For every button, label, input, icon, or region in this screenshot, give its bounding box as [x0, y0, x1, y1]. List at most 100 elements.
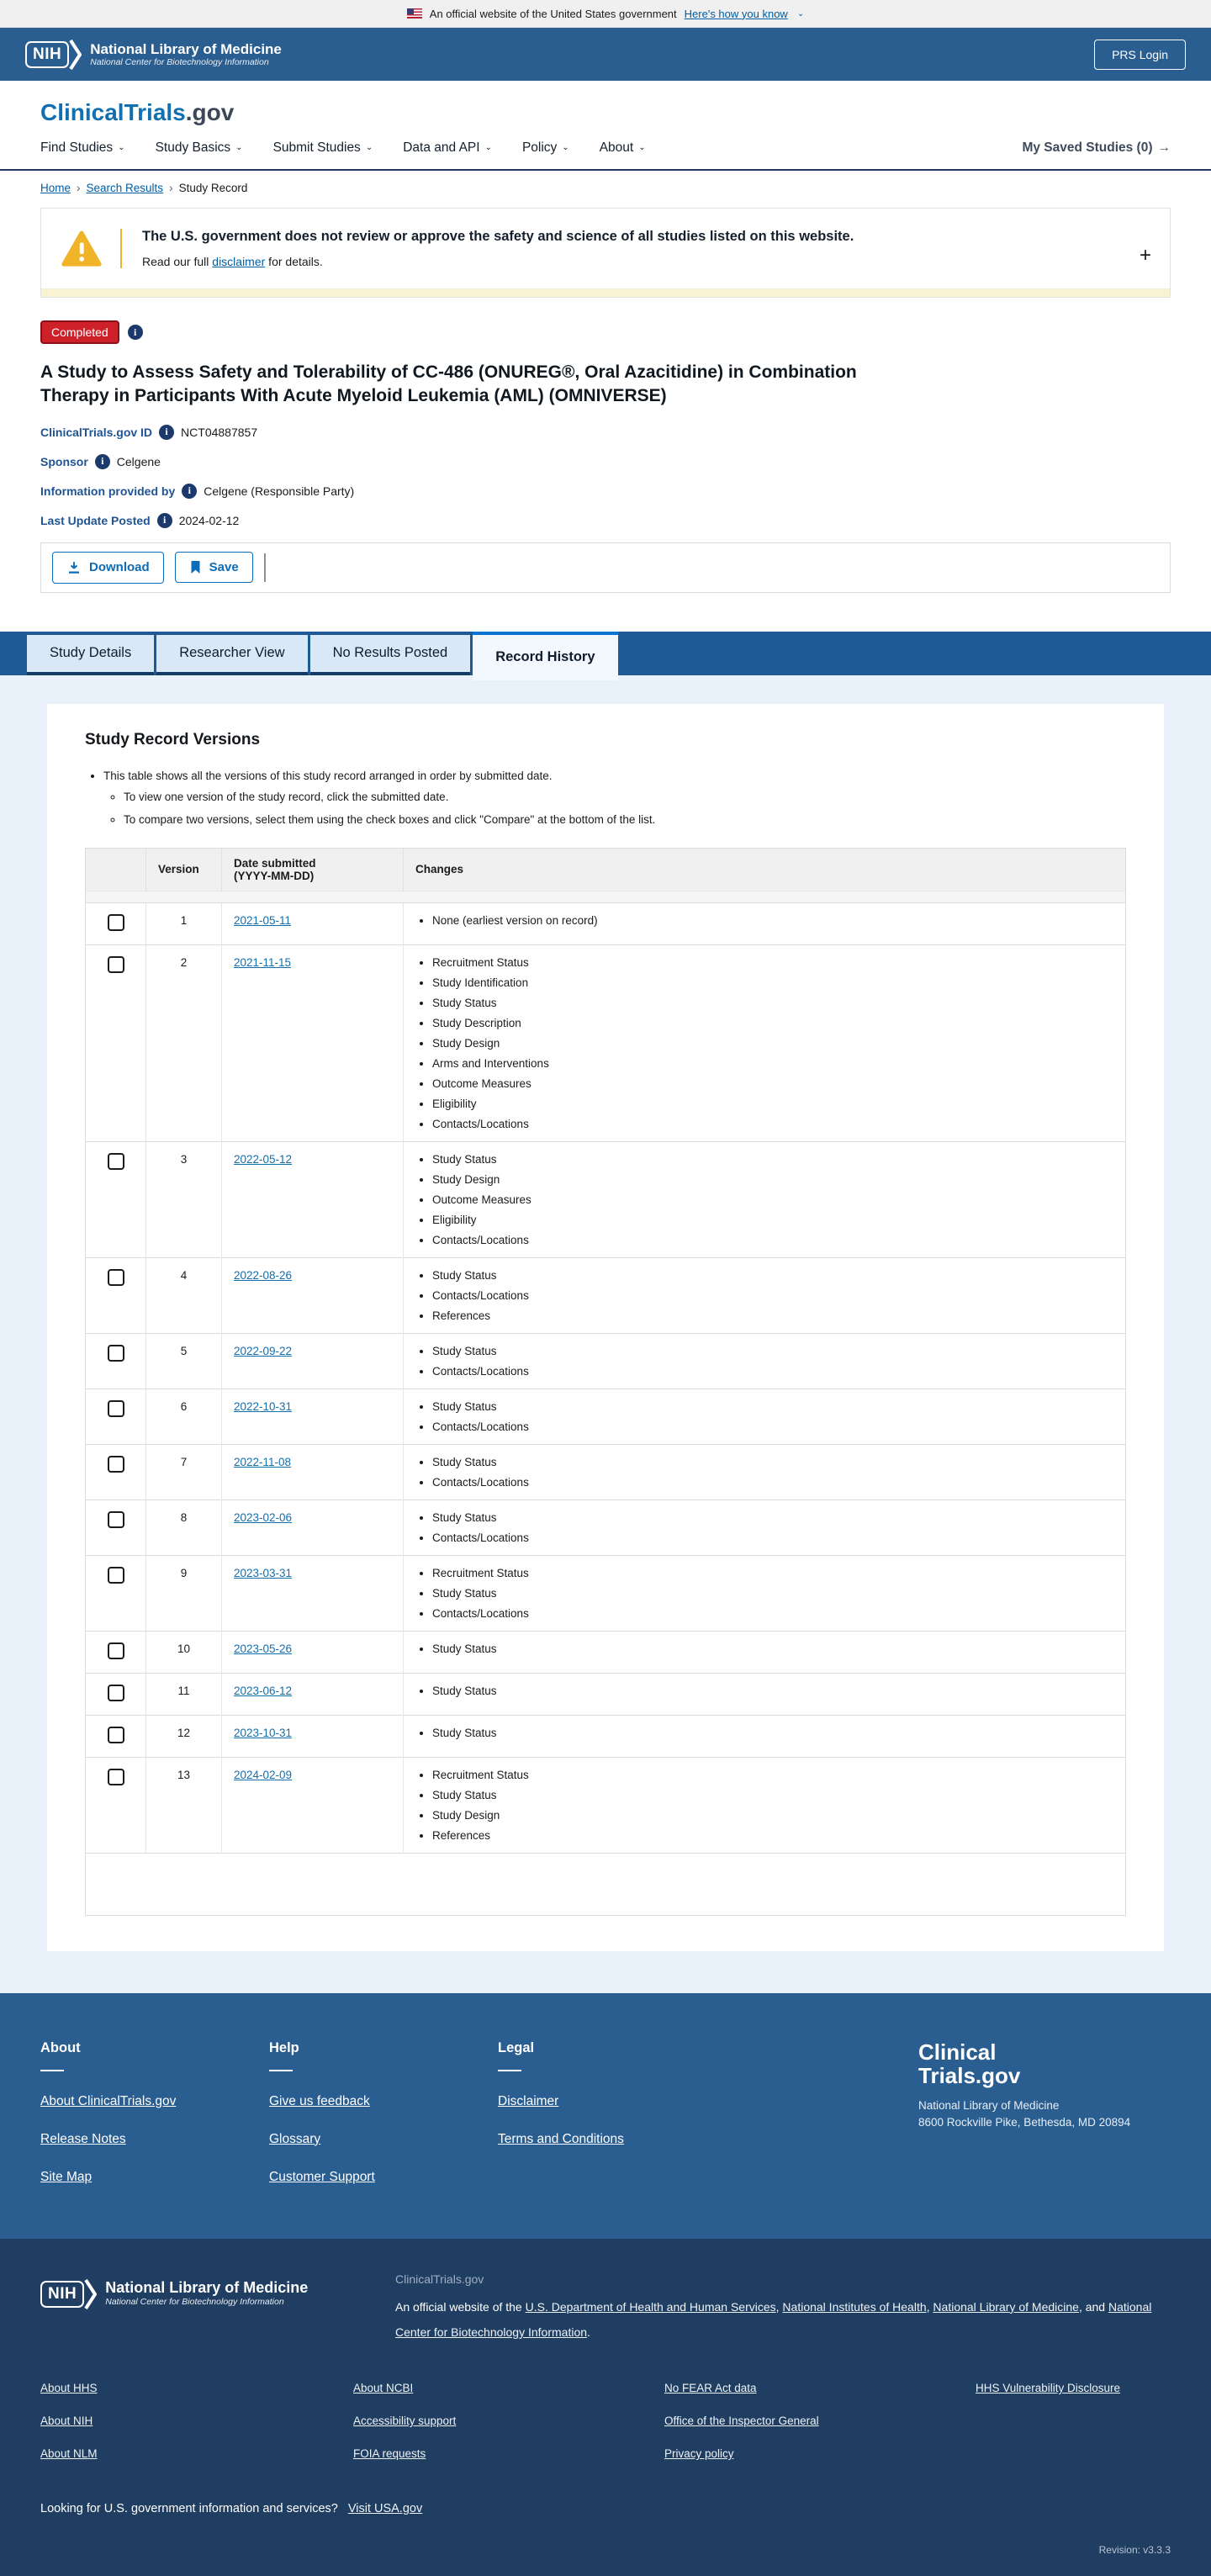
nav-item-label: Data and API [403, 140, 480, 155]
tab-study-details[interactable]: Study Details [27, 634, 155, 675]
date-link[interactable]: 2021-11-15 [234, 956, 291, 969]
tab-no-results-posted[interactable]: No Results Posted [309, 634, 471, 675]
save-button[interactable]: Save [174, 552, 253, 584]
date-link[interactable]: 2022-08-26 [234, 1269, 292, 1282]
official-link-u-s-department-of-health-and-human-services[interactable]: U.S. Department of Health and Human Serv… [526, 2300, 776, 2314]
changes-list: None (earliest version on record) [432, 914, 1113, 927]
nav-item-submit-studies[interactable]: Submit Studies ⌄ [273, 140, 373, 156]
date-link[interactable]: 2022-05-12 [234, 1153, 292, 1166]
clinicaltrials-logo[interactable]: ClinicalTrials.gov [40, 99, 234, 126]
subfooter-link-about-ncbi[interactable]: About NCBI [353, 2382, 664, 2394]
download-button[interactable]: Download [52, 551, 164, 584]
checkbox-cell [85, 1443, 146, 1500]
version-checkbox[interactable] [107, 913, 124, 931]
tab-researcher-view[interactable]: Researcher View [156, 634, 308, 675]
footer-street-address: 8600 Rockville Pike, Bethesda, MD 20894 [918, 2116, 1131, 2129]
prs-login-button[interactable]: PRS Login [1094, 39, 1186, 70]
date-link[interactable]: 2022-10-31 [234, 1400, 292, 1413]
change-item: Study Design [432, 1037, 1113, 1050]
nav-item-policy[interactable]: Policy ⌄ [522, 140, 569, 156]
footer-link-terms-and-conditions[interactable]: Terms and Conditions [498, 2132, 851, 2147]
disclaimer-banner: The U.S. government does not review or a… [40, 208, 1171, 298]
footer-link-disclaimer[interactable]: Disclaimer [498, 2094, 851, 2109]
how-you-know-link[interactable]: Here's how you know [685, 8, 788, 20]
version-checkbox[interactable] [107, 1684, 124, 1701]
footer-link-glossary[interactable]: Glossary [269, 2132, 498, 2147]
disclaimer-link[interactable]: disclaimer [212, 255, 265, 268]
footer-link-customer-support[interactable]: Customer Support [269, 2170, 498, 2185]
changes-cell: Study Status Contacts/Locations [403, 1388, 1126, 1445]
info-icon[interactable]: i [127, 325, 143, 340]
version-checkbox[interactable] [107, 1344, 124, 1362]
date-link[interactable]: 2022-11-08 [234, 1456, 291, 1468]
footer-clinicaltrials-logo[interactable]: Clinical Trials.gov [918, 2040, 1171, 2087]
info-icon[interactable]: i [182, 483, 198, 499]
subfooter-link-about-nih[interactable]: About NIH [40, 2415, 353, 2427]
gov-banner-text: An official website of the United States… [429, 7, 677, 20]
version-checkbox[interactable] [107, 955, 124, 973]
subfooter-link-hhs-vulnerability-disclosure[interactable]: HHS Vulnerability Disclosure [976, 2382, 1171, 2394]
my-saved-studies-link[interactable]: My Saved Studies (0) → [1022, 140, 1171, 156]
subfooter-link-office-of-the-inspector-general[interactable]: Office of the Inspector General [664, 2415, 976, 2427]
info-icon[interactable]: i [159, 424, 175, 440]
subfooter-link-about-nlm[interactable]: About NLM [40, 2447, 353, 2460]
meta-label: Information provided by [40, 484, 176, 498]
change-item: Study Status [432, 1153, 1113, 1166]
date-link[interactable]: 2021-05-11 [234, 914, 291, 927]
footer-link-site-map[interactable]: Site Map [40, 2170, 269, 2185]
info-icon[interactable]: i [156, 512, 172, 528]
changes-cell: Study Status [403, 1714, 1126, 1758]
version-checkbox[interactable] [107, 1268, 124, 1286]
change-item: Arms and Interventions [432, 1057, 1113, 1070]
version-cell: 3 [145, 1140, 222, 1258]
subfooter-link-foia-requests[interactable]: FOIA requests [353, 2447, 664, 2460]
tab-record-history[interactable]: Record History [473, 631, 618, 680]
official-link-national-library-of-medicine[interactable]: National Library of Medicine [933, 2300, 1079, 2314]
subfooter-nih-lockup[interactable]: NIH National Library of Medicine Nationa… [40, 2272, 352, 2345]
breadcrumb-search-results[interactable]: Search Results [87, 182, 164, 194]
nav-item-about[interactable]: About ⌄ [600, 140, 646, 156]
subfooter: NIH National Library of Medicine Nationa… [0, 2238, 1211, 2576]
meta-value: 2024-02-12 [178, 513, 240, 527]
footer-link-about-clinicaltrials-gov[interactable]: About ClinicalTrials.gov [40, 2094, 269, 2109]
change-item: Study Description [432, 1017, 1113, 1029]
nih-logo-lockup[interactable]: NIH National Library of Medicine Nationa… [25, 39, 282, 70]
visit-usa-gov-link[interactable]: Visit USA.gov [348, 2502, 422, 2515]
subfooter-link-about-hhs[interactable]: About HHS [40, 2382, 353, 2394]
version-checkbox[interactable] [107, 1152, 124, 1170]
nav-item-find-studies[interactable]: Find Studies ⌄ [40, 140, 125, 156]
table-row: 12 2023-10-31 Study Status [85, 1714, 1126, 1758]
chevron-down-icon: ⌄ [796, 8, 805, 19]
date-link[interactable]: 2023-10-31 [234, 1727, 292, 1739]
sub-note-item: To view one version of the study record,… [124, 791, 1126, 803]
date-link[interactable]: 2023-06-12 [234, 1685, 292, 1697]
saved-studies-label: My Saved Studies (0) [1022, 140, 1153, 155]
change-item: References [432, 1829, 1113, 1842]
subfooter-link-accessibility-support[interactable]: Accessibility support [353, 2415, 664, 2427]
breadcrumb-home[interactable]: Home [40, 182, 71, 194]
subfooter-link-no-fear-act-data[interactable]: No FEAR Act data [664, 2382, 976, 2394]
meta-row-clinicaltrials-gov-id: ClinicalTrials.gov ID i NCT04887857 [40, 424, 1171, 440]
version-checkbox[interactable] [107, 1768, 124, 1785]
disclaimer-body-prefix: Read our full [142, 255, 213, 268]
nav-item-study-basics[interactable]: Study Basics ⌄ [156, 140, 243, 156]
subfooter-link-privacy-policy[interactable]: Privacy policy [664, 2447, 976, 2460]
nav-item-data-and-api[interactable]: Data and API ⌄ [403, 140, 492, 156]
date-link[interactable]: 2023-02-06 [234, 1511, 292, 1524]
version-checkbox[interactable] [107, 1566, 124, 1584]
date-link[interactable]: 2022-09-22 [234, 1345, 292, 1357]
date-link[interactable]: 2024-02-09 [234, 1769, 292, 1781]
version-checkbox[interactable] [107, 1455, 124, 1473]
info-icon[interactable]: i [94, 453, 110, 469]
version-checkbox[interactable] [107, 1642, 124, 1659]
version-checkbox[interactable] [107, 1510, 124, 1528]
date-link[interactable]: 2023-03-31 [234, 1567, 292, 1579]
changes-list: Study Status [432, 1727, 1113, 1739]
footer-link-give-us-feedback[interactable]: Give us feedback [269, 2094, 498, 2109]
version-checkbox[interactable] [107, 1726, 124, 1743]
official-link-national-institutes-of-health[interactable]: National Institutes of Health [782, 2300, 926, 2314]
footer-link-release-notes[interactable]: Release Notes [40, 2132, 269, 2147]
version-checkbox[interactable] [107, 1399, 124, 1417]
expand-icon[interactable]: + [1140, 246, 1151, 266]
date-link[interactable]: 2023-05-26 [234, 1642, 292, 1655]
